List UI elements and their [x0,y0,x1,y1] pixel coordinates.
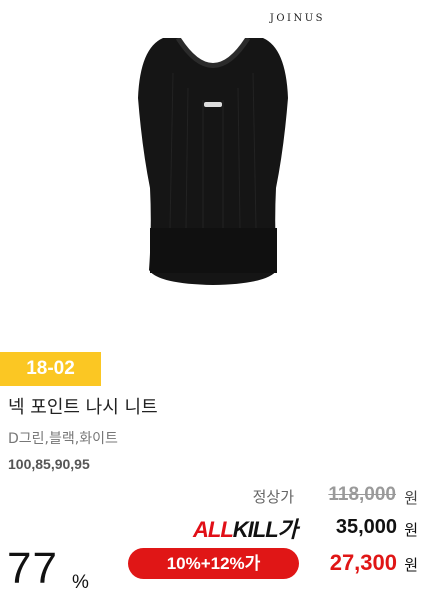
knit-vest-image [138,38,288,285]
brand-logo: JOINUS [269,13,325,24]
product-image[interactable]: JOINUS [0,0,430,345]
product-code-badge: 18-02 [0,352,101,386]
discount-rate: 77 [7,544,58,593]
final-price-currency: 원 [404,556,418,574]
allkill-logo-kill: KILL가 [232,517,298,542]
regular-price: 118,000 [328,484,396,505]
allkill-logo-all: ALL [193,517,234,542]
coupon-discount-badge: 10%+12%가 [128,548,299,579]
product-sizes: 100,85,90,95 [8,456,90,472]
discount-percent-sign: % [72,572,89,593]
final-price: 27,300 [329,550,397,575]
allkill-logo: ALLKILL가 [193,512,298,544]
regular-price-label: 정상가 [252,488,294,506]
allkill-price: 35,000 [335,516,397,538]
product-title[interactable]: 넥 포인트 나시 니트 [8,393,158,419]
regular-price-currency: 원 [404,489,418,507]
allkill-price-currency: 원 [404,521,418,539]
product-colors: D그린,블랙,화이트 [8,431,118,447]
